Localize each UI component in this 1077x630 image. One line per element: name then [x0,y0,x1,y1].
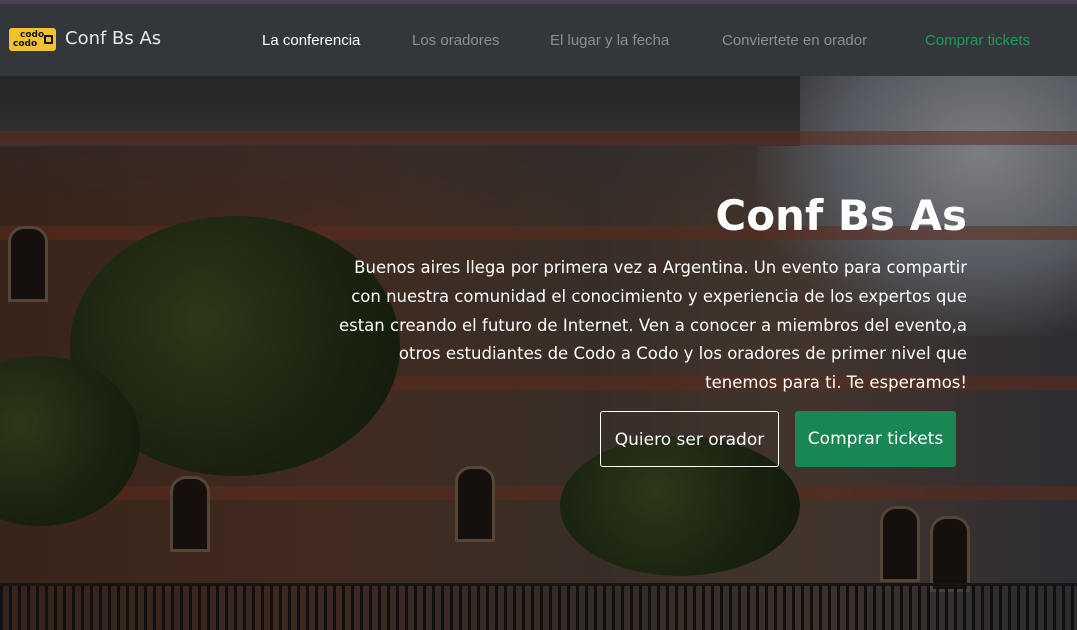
nav-links: La conferencia Los oradores El lugar y l… [0,31,1077,51]
hero-section: Conf Bs As Buenos aires llega por primer… [0,76,1077,630]
navbar: codo codo Conf Bs As La conferencia Los … [0,4,1077,76]
hero-title: Conf Bs As [715,191,967,240]
comprar-tickets-button[interactable]: Comprar tickets [795,411,956,467]
nav-comprar-tickets[interactable]: Comprar tickets [925,31,1030,51]
hero-description: Buenos aires llega por primera vez a Arg… [338,258,967,393]
nav-los-oradores[interactable]: Los oradores [412,31,500,51]
nav-la-conferencia[interactable]: La conferencia [262,31,360,51]
nav-el-lugar-y-la-fecha[interactable]: El lugar y la fecha [550,31,669,51]
quiero-ser-orador-button[interactable]: Quiero ser orador [600,411,779,467]
nav-conviertete-en-orador[interactable]: Conviertete en orador [722,31,867,51]
